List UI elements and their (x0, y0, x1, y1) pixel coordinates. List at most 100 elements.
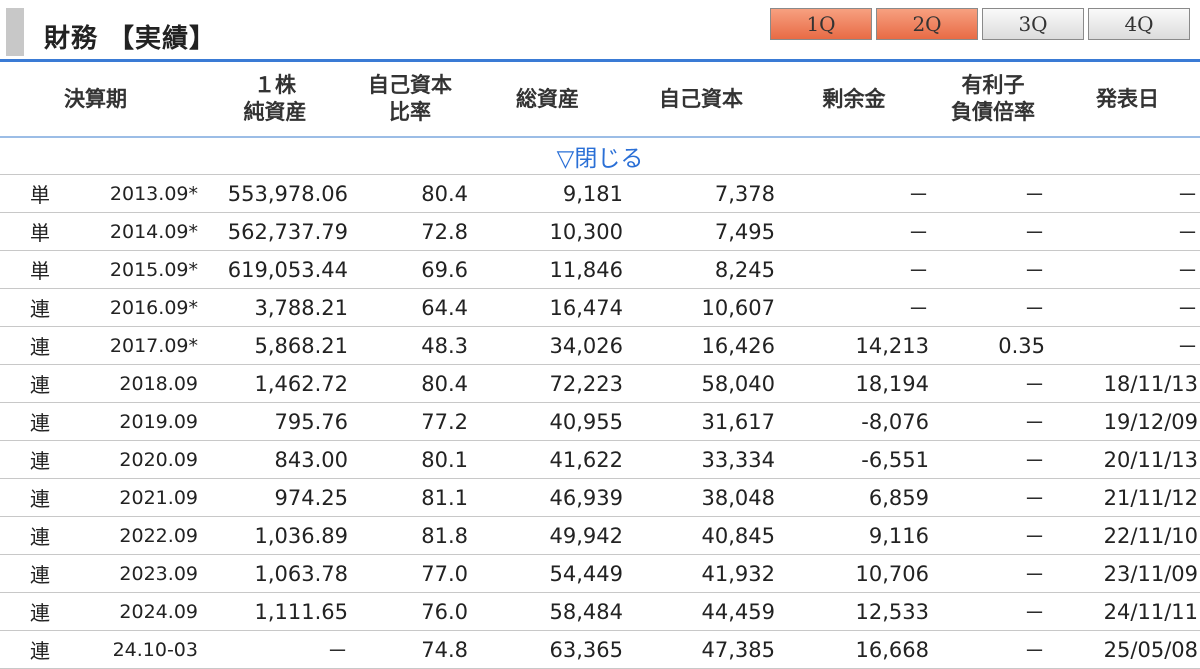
tab-2q[interactable]: 2Q (876, 8, 978, 40)
cell-type: 連 (0, 326, 80, 365)
cell-surplus: -6,551 (777, 440, 931, 479)
cell-total-assets: 63,365 (470, 630, 625, 669)
cell-equity: 7,378 (625, 174, 777, 213)
cell-equity-ratio: 72.8 (350, 212, 470, 251)
header-equity-ratio: 自己資本 比率 (350, 62, 470, 138)
cell-announce-date: － (1055, 250, 1200, 289)
table-row: 連 2024.09 1,111.65 76.0 58,484 44,459 12,533 － 2… (0, 592, 1200, 631)
cell-debt-ratio: － (931, 592, 1055, 631)
cell-type: 連 (0, 630, 80, 669)
collapse-toggle[interactable]: ▽閉じる (0, 137, 1200, 175)
cell-surplus: 6,859 (777, 478, 931, 517)
financial-table: 決算期 １株 純資産 自己資本 比率 総資産 自己資本 剰余金 有利子 負債倍率… (0, 62, 1200, 669)
cell-equity: 33,334 (625, 440, 777, 479)
cell-total-assets: 11,846 (470, 250, 625, 289)
table-row: 連 2023.09 1,063.78 77.0 54,449 41,932 10,706 － 2… (0, 554, 1200, 593)
table-row: 連 2018.09 1,462.72 80.4 72,223 58,040 18,194 － 1… (0, 364, 1200, 403)
cell-equity-ratio: 76.0 (350, 592, 470, 631)
cell-period: 2021.09 (80, 478, 200, 517)
cell-type: 連 (0, 478, 80, 517)
header-surplus: 剰余金 (777, 62, 931, 138)
header-accent-bar (6, 8, 24, 56)
cell-equity: 41,932 (625, 554, 777, 593)
cell-equity: 31,617 (625, 402, 777, 441)
cell-announce-date: 22/11/10 (1055, 516, 1200, 555)
cell-total-assets: 58,484 (470, 592, 625, 631)
cell-total-assets: 46,939 (470, 478, 625, 517)
tab-1q[interactable]: 1Q (770, 8, 872, 40)
cell-surplus: 18,194 (777, 364, 931, 403)
cell-debt-ratio: － (931, 212, 1055, 251)
cell-total-assets: 16,474 (470, 288, 625, 327)
cell-period: 2018.09 (80, 364, 200, 403)
tab-3q[interactable]: 3Q (982, 8, 1084, 40)
cell-surplus: 12,533 (777, 592, 931, 631)
table-row: 単 2013.09* 553,978.06 80.4 9,181 7,378 －－－ (0, 174, 1200, 213)
cell-announce-date: 24/11/11 (1055, 592, 1200, 631)
cell-period: 2022.09 (80, 516, 200, 555)
cell-equity: 58,040 (625, 364, 777, 403)
cell-equity: 38,048 (625, 478, 777, 517)
cell-type: 連 (0, 440, 80, 479)
cell-surplus: － (777, 212, 931, 251)
cell-surplus: － (777, 288, 931, 327)
cell-bps: 1,111.65 (200, 592, 350, 631)
table-body: ▽閉じる 単 2013.09* 553,978.06 80.4 9,181 7,378 －－… (0, 137, 1200, 669)
cell-announce-date: － (1055, 174, 1200, 213)
header-period: 決算期 (0, 62, 200, 138)
cell-equity-ratio: 80.4 (350, 174, 470, 213)
table-row: 連 2020.09 843.00 80.1 41,622 33,334 -6,551 － 20/… (0, 440, 1200, 479)
cell-total-assets: 9,181 (470, 174, 625, 213)
cell-bps: 1,036.89 (200, 516, 350, 555)
cell-type: 連 (0, 554, 80, 593)
cell-equity-ratio: 64.4 (350, 288, 470, 327)
header-bps: １株 純資産 (200, 62, 350, 138)
table-row: 単 2014.09* 562,737.79 72.8 10,300 7,495 －－－ (0, 212, 1200, 251)
header-equity: 自己資本 (625, 62, 777, 138)
cell-debt-ratio: － (931, 478, 1055, 517)
cell-surplus: -8,076 (777, 402, 931, 441)
cell-type: 連 (0, 592, 80, 631)
cell-equity: 44,459 (625, 592, 777, 631)
cell-bps: 843.00 (200, 440, 350, 479)
cell-total-assets: 10,300 (470, 212, 625, 251)
cell-debt-ratio: 0.35 (931, 326, 1055, 365)
cell-period: 2019.09 (80, 402, 200, 441)
cell-type: 連 (0, 288, 80, 327)
cell-announce-date: － (1055, 212, 1200, 251)
cell-equity-ratio: 48.3 (350, 326, 470, 365)
header-total-assets: 総資産 (470, 62, 625, 138)
header-debt-ratio: 有利子 負債倍率 (931, 62, 1055, 138)
cell-bps: 619,053.44 (200, 250, 350, 289)
cell-debt-ratio: － (931, 630, 1055, 669)
table-row: 単 2015.09* 619,053.44 69.6 11,846 8,245 －－－ (0, 250, 1200, 289)
cell-total-assets: 54,449 (470, 554, 625, 593)
tab-4q[interactable]: 4Q (1088, 8, 1190, 40)
cell-type: 連 (0, 402, 80, 441)
cell-debt-ratio: － (931, 402, 1055, 441)
table-row: 連 2019.09 795.76 77.2 40,955 31,617 -8,076 － 19/… (0, 402, 1200, 441)
cell-equity-ratio: 81.8 (350, 516, 470, 555)
cell-bps: 5,868.21 (200, 326, 350, 365)
cell-total-assets: 34,026 (470, 326, 625, 365)
cell-type: 単 (0, 174, 80, 213)
cell-equity-ratio: 74.8 (350, 630, 470, 669)
cell-equity: 47,385 (625, 630, 777, 669)
cell-period: 2016.09* (80, 288, 200, 327)
cell-surplus: 16,668 (777, 630, 931, 669)
cell-period: 24.10-03 (80, 630, 200, 669)
cell-type: 連 (0, 516, 80, 555)
cell-surplus: － (777, 174, 931, 213)
cell-announce-date: 19/12/09 (1055, 402, 1200, 441)
table-row: 連 2017.09* 5,868.21 48.3 34,026 16,426 14,213 0… (0, 326, 1200, 365)
section-header: 財務 【実績】 1Q 2Q 3Q 4Q (0, 0, 1200, 62)
cell-bps: 553,978.06 (200, 174, 350, 213)
cell-total-assets: 41,622 (470, 440, 625, 479)
cell-equity-ratio: 77.2 (350, 402, 470, 441)
table-row: 連 2021.09 974.25 81.1 46,939 38,048 6,859 － 21/1… (0, 478, 1200, 517)
cell-type: 単 (0, 212, 80, 251)
cell-announce-date: 18/11/13 (1055, 364, 1200, 403)
cell-debt-ratio: － (931, 250, 1055, 289)
cell-equity: 10,607 (625, 288, 777, 327)
cell-total-assets: 72,223 (470, 364, 625, 403)
